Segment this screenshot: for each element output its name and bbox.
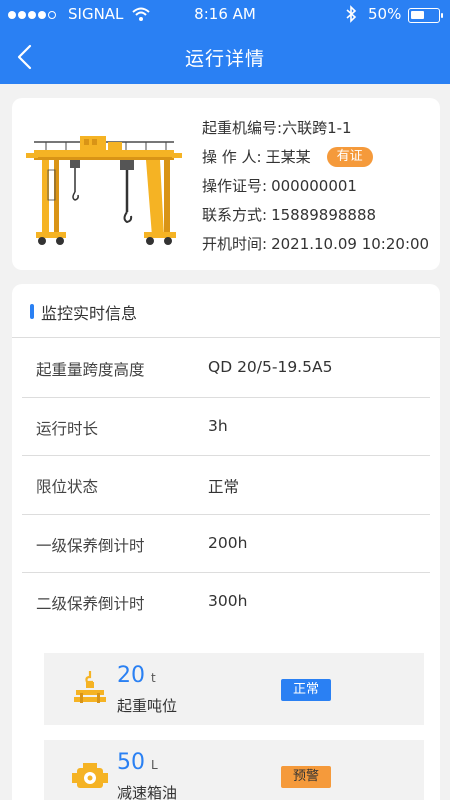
tonnage-value: 20 [117,663,145,688]
operator-label: 操 作 人: [202,147,262,166]
page-title: 运行详情 [184,48,265,70]
nav-bar: 运行详情 [0,30,450,84]
crane-id-label: 起重机编号: [202,118,283,137]
metric-label: 起重吨位 [117,697,178,715]
oil-value: 50 [117,750,145,775]
row-label: 限位状态 [36,478,99,496]
tonnage-unit: t [151,671,156,685]
header: SIGNAL 8:16 AM 50% 运行详情 [0,0,450,84]
monitor-rows: 起重量跨度高度 QD 20/5-19.5A5 运行时长 3h 限位状态 正常 一… [12,339,440,632]
start-time-row: 开机时间: 2021.10.09 10:20:00 [202,229,429,258]
metric-value: 20 t [117,663,156,688]
gantry-crane-illustration [26,136,182,245]
certified-tag: 有证 [326,146,373,167]
monitor-row: 起重量跨度高度 QD 20/5-19.5A5 [22,339,430,398]
contact-value[interactable]: 15889898888 [271,203,376,227]
row-label: 运行时长 [36,419,99,438]
row-label: 一级保养倒计时 [36,536,145,555]
monitor-section-title: 监控实时信息 [41,304,138,323]
monitor-row: 限位状态 正常 [22,456,430,515]
start-time-label: 开机时间: [202,234,268,253]
bluetooth-icon [346,5,357,23]
row-value: 正常 [208,478,240,496]
section-accent-bar [30,304,34,319]
monitor-row: 运行时长 3h [22,398,430,456]
row-value: 300h [208,592,248,610]
status-badge: 预警 [281,766,332,788]
row-value: 200h [208,533,248,552]
cert-number-label: 操作证号: [202,176,268,195]
monitor-row: 二级保养倒计时 300h [22,573,430,632]
row-label: 二级保养倒计时 [36,595,145,613]
metric-gearbox-oil[interactable]: 50 L 减速箱油 预警 [44,740,424,800]
row-label: 起重量跨度高度 [36,361,145,379]
start-time-value: 2021.10.09 10:20:00 [271,234,430,253]
row-value: 3h [208,416,228,435]
contact-label: 联系方式: [202,205,268,224]
crane-id-value: 六联跨1-1 [282,118,352,137]
status-bar: SIGNAL 8:16 AM 50% [0,0,450,30]
crane-info: 起重机编号: 六联跨1-1 操 作 人: 王某某 有证 操作证号: 000000001… [202,113,429,258]
status-badge: 正常 [281,679,332,701]
monitor-section-header: 监控实时信息 [12,284,440,338]
metric-value: 50 L [117,750,158,775]
battery-percent: 50% [368,5,402,23]
oil-unit: L [151,758,158,772]
battery-level [411,11,424,19]
battery-icon [408,8,443,23]
metric-lifting-tonnage[interactable]: 20 t 起重吨位 正常 [44,653,424,725]
operator-row: 操 作 人: 王某某 有证 [202,142,429,171]
gearbox-oil-icon [72,763,108,788]
row-value: QD 20/5-19.5A5 [208,358,333,376]
crane-id-row: 起重机编号: 六联跨1-1 [202,113,429,142]
monitor-row: 一级保养倒计时 200h [22,515,430,573]
contact-row: 联系方式: 15889898888 [202,200,429,229]
monitor-card: 监控实时信息 起重量跨度高度 QD 20/5-19.5A5 运行时长 3h 限位… [12,284,440,800]
metric-label: 减速箱油 [117,784,178,800]
crane-info-card: 起重机编号: 六联跨1-1 操 作 人: 王某某 有证 操作证号: 000000001… [12,98,440,270]
operator-value: 王某某 [265,147,311,166]
hoist-load-icon [74,671,106,703]
cert-number-row: 操作证号: 000000001 [202,171,429,200]
cert-number-value: 000000001 [271,176,357,195]
